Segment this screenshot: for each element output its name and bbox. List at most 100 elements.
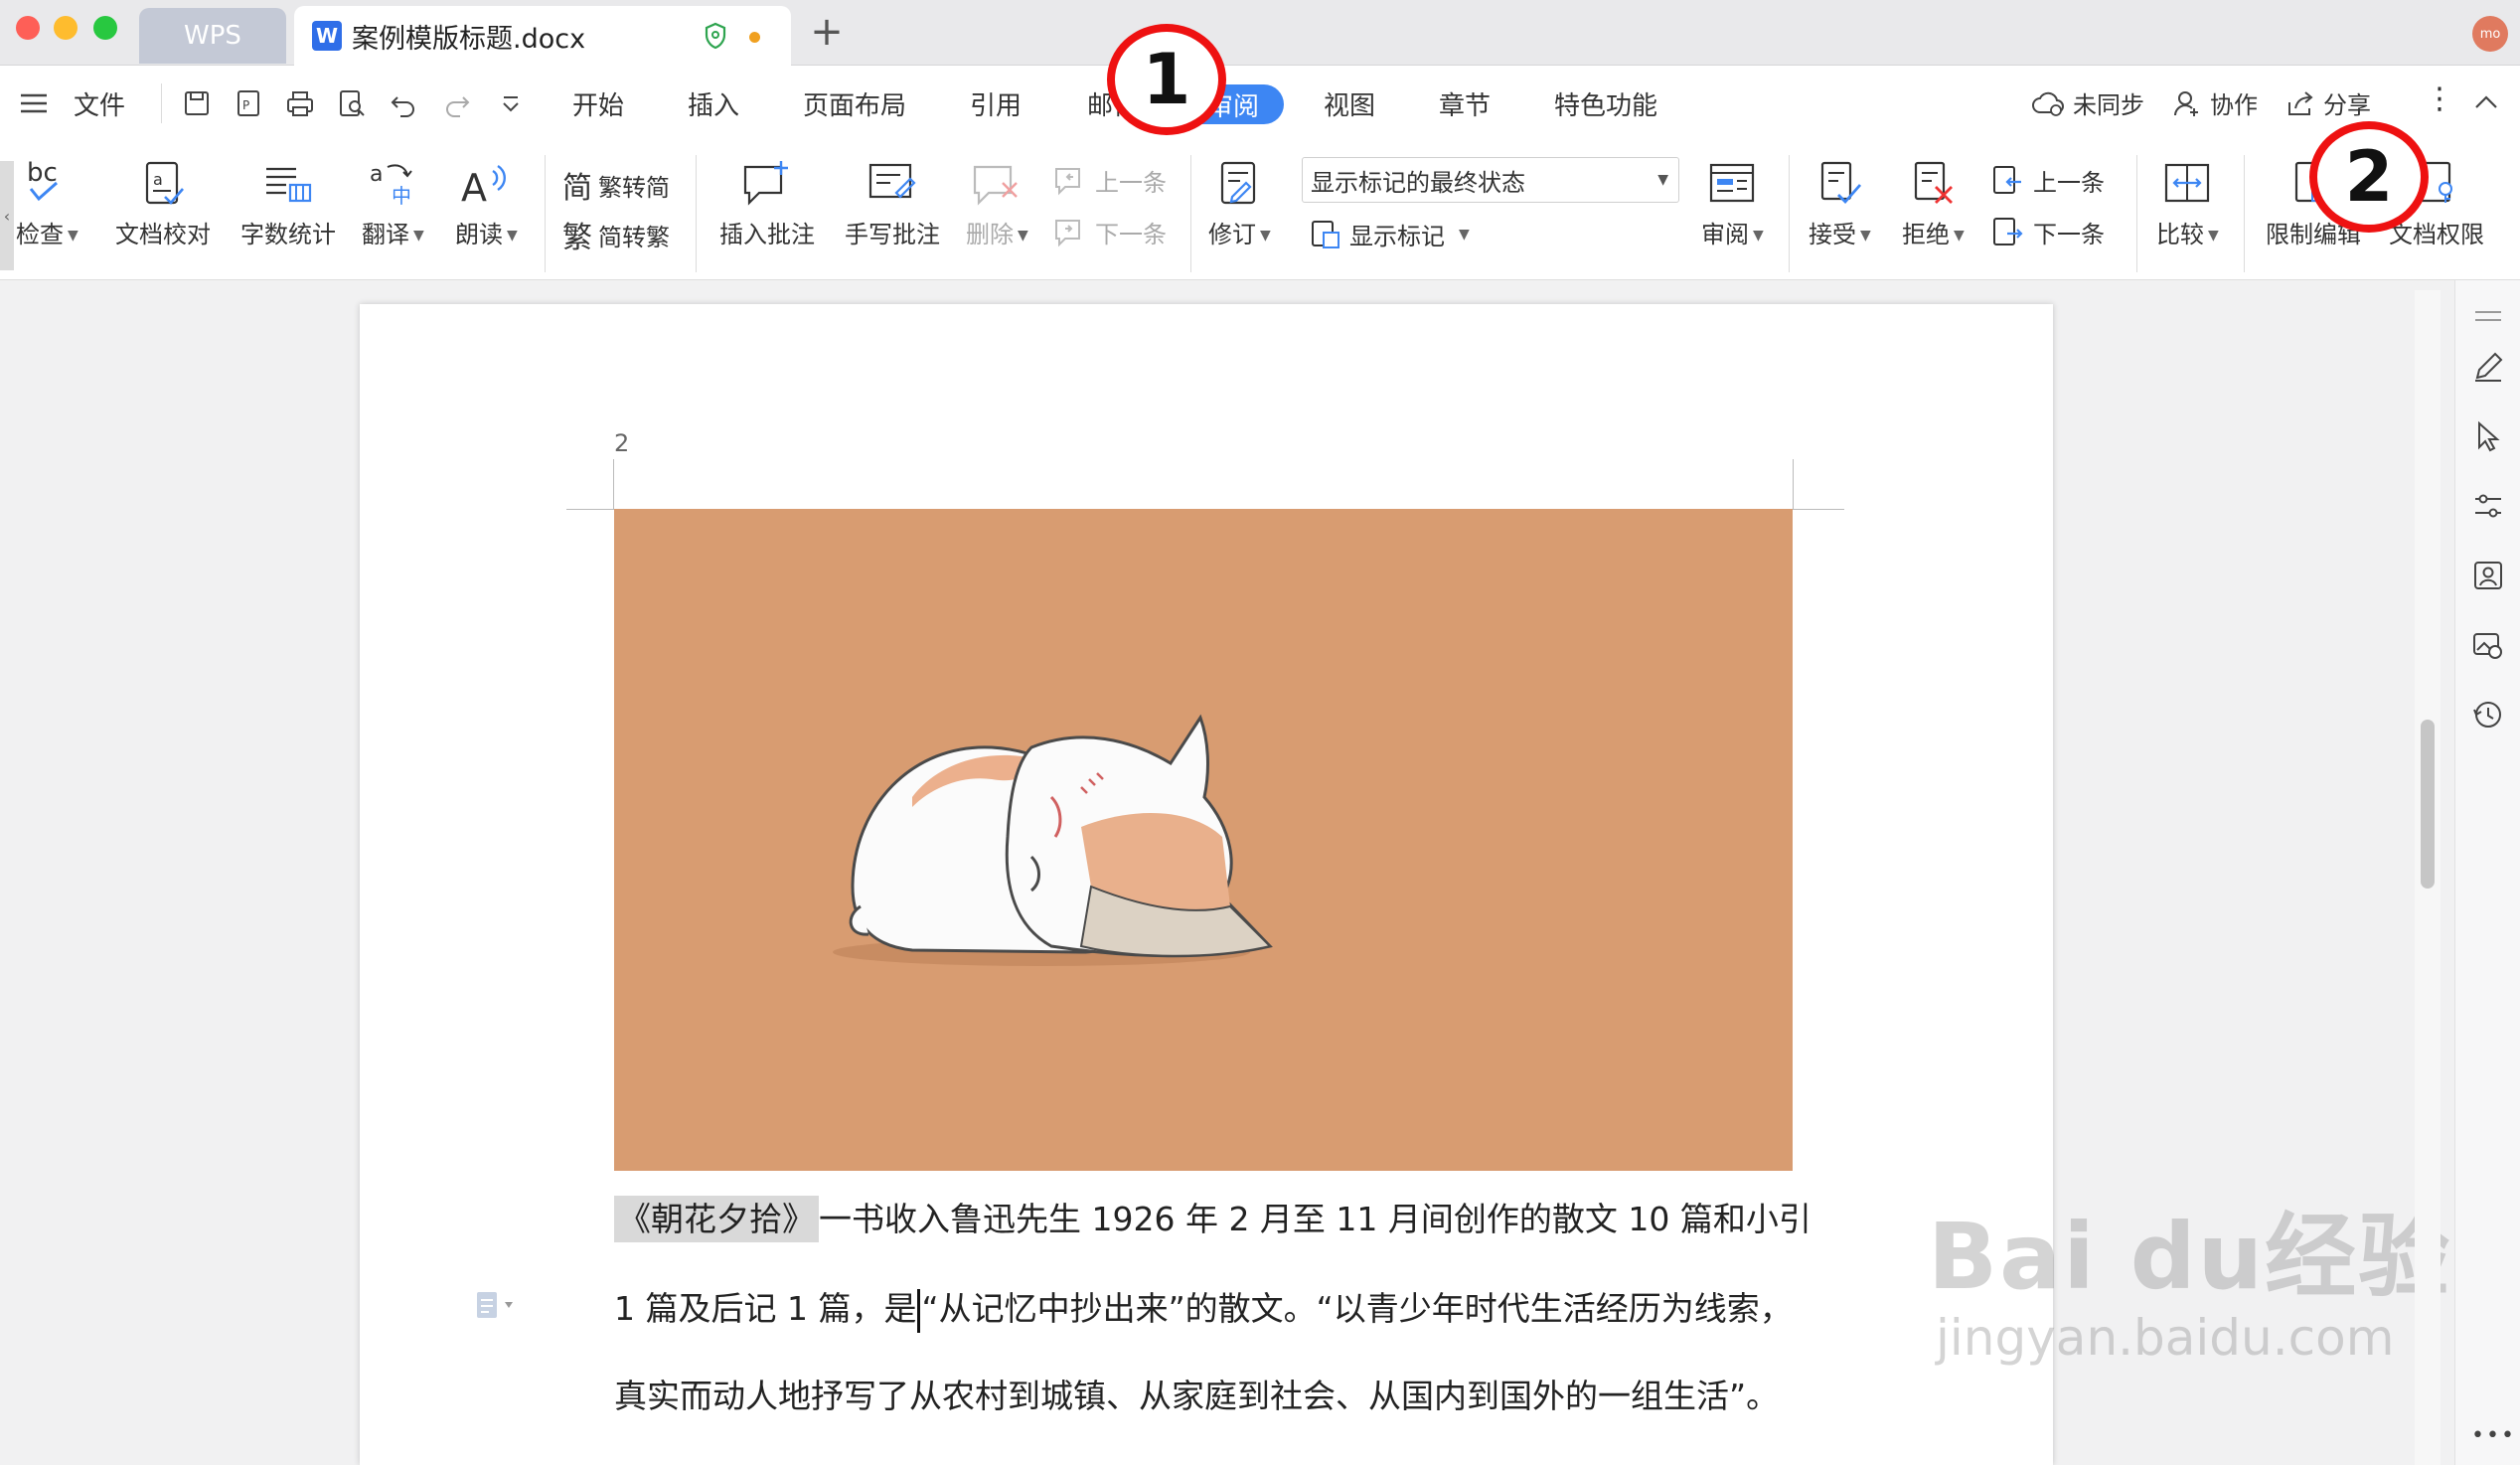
paragraph-line-1[interactable]: 《朝花夕拾》 一书收入鲁迅先生 1926 年 2 月至 11 月间创作的散文 10…: [614, 1193, 1811, 1242]
reject-change-button[interactable]: 拒绝 ▼: [1902, 159, 1965, 249]
maximize-window-button[interactable]: [93, 16, 117, 40]
paragraph-options-icon[interactable]: [475, 1288, 515, 1324]
menu-bar: 文件 P 开始 插入 页面布局 引用 邮件 审阅 视图 章节 特色功能 未同步 …: [0, 66, 2520, 141]
delete-comment-button[interactable]: 删除 ▼: [966, 159, 1028, 249]
vertical-scrollbar[interactable]: [2415, 290, 2441, 1465]
minimize-window-button[interactable]: [54, 16, 78, 40]
more-options-icon[interactable]: ⋮: [2425, 81, 2454, 116]
line-1-text: 一书收入鲁迅先生 1926 年 2 月至 11 月间创作的散文 10 篇和小引: [819, 1200, 1811, 1238]
annotation-marker-1-label: 1: [1142, 39, 1191, 120]
dropdown-arrow-icon: ▼: [1954, 228, 1965, 244]
proofread-button[interactable]: a 文档校对: [115, 159, 211, 249]
read-aloud-icon: A: [461, 164, 507, 209]
annotation-marker-1: 1: [1107, 24, 1226, 135]
word-count-button[interactable]: 字数统计: [240, 159, 336, 249]
close-window-button[interactable]: [16, 16, 40, 40]
scrollbar-thumb[interactable]: [2421, 720, 2435, 889]
paragraph-line-2[interactable]: 1 篇及后记 1 篇，是 “从记忆中抄出来”的散文。“以青少年时代生活经历为线索，: [614, 1282, 1793, 1333]
check-label: 检查: [16, 221, 64, 248]
prev-comment-label: 上一条: [1095, 169, 1167, 197]
next-change-label: 下一条: [2033, 221, 2105, 248]
svg-text:bc: bc: [27, 159, 58, 188]
line-3-text: 真实而动人地抒写了从农村到城镇、从家庭到社会、从国内到国外的一组生活”。: [614, 1377, 1780, 1415]
avatar-text: mo: [2479, 26, 2501, 42]
print-icon[interactable]: [284, 87, 316, 119]
collapse-ribbon-icon[interactable]: [2470, 87, 2502, 119]
show-markup-button[interactable]: 显示标记 ▼: [1310, 217, 1470, 251]
adjust-settings-icon[interactable]: [2471, 489, 2505, 523]
read-aloud-button[interactable]: A 朗读 ▼: [455, 159, 518, 249]
dropdown-arrow-icon: ▼: [507, 228, 518, 244]
line-2-text-after-cursor: “从记忆中抄出来”的散文。“以青少年时代生活经历为线索，: [921, 1289, 1793, 1328]
avatar[interactable]: mo: [2472, 16, 2508, 52]
share-button[interactable]: 分享: [2285, 85, 2371, 120]
redo-icon[interactable]: [441, 87, 473, 119]
customize-toolbar-icon[interactable]: [495, 87, 527, 119]
accept-change-button[interactable]: 接受 ▼: [1809, 159, 1871, 249]
file-menu[interactable]: 文件: [74, 85, 125, 122]
handwrite-comment-label: 手写批注: [845, 221, 940, 248]
next-comment-button[interactable]: 下一条: [1053, 215, 1167, 249]
export-pdf-icon[interactable]: P: [233, 87, 264, 119]
word-count-icon: [266, 167, 312, 203]
pen-icon[interactable]: [2471, 350, 2505, 384]
tab-view[interactable]: 视图: [1324, 85, 1375, 122]
svg-text:中: 中: [392, 184, 411, 208]
tab-page-layout[interactable]: 页面布局: [803, 85, 906, 122]
image-tools-icon[interactable]: [2471, 628, 2505, 662]
track-changes-button[interactable]: 修订 ▼: [1208, 159, 1271, 249]
compare-button[interactable]: 比较 ▼: [2156, 159, 2219, 249]
delete-comment-icon: [974, 165, 1019, 206]
trad-to-simp-button[interactable]: 简 繁转简: [562, 163, 670, 207]
trad-to-simp-icon: 简: [562, 171, 592, 206]
tab-reference[interactable]: 引用: [970, 85, 1022, 122]
tab-insert[interactable]: 插入: [688, 85, 739, 122]
insert-comment-button[interactable]: 插入批注: [719, 159, 815, 249]
next-change-button[interactable]: 下一条: [1991, 215, 2105, 249]
sync-status-button[interactable]: 未同步: [2031, 85, 2144, 120]
paragraph-line-3[interactable]: 真实而动人地抒写了从农村到城镇、从家庭到社会、从国内到国外的一组生活”。: [614, 1370, 1779, 1417]
select-pointer-icon[interactable]: [2471, 419, 2505, 453]
handwrite-comment-button[interactable]: 手写批注: [845, 159, 940, 249]
simp-to-trad-button[interactable]: 繁 简转繁: [562, 213, 670, 256]
next-comment-icon: [1055, 219, 1080, 246]
markup-display-value: 显示标记的最终状态: [1311, 168, 1525, 197]
prev-change-button[interactable]: 上一条: [1991, 163, 2105, 198]
undo-icon[interactable]: [388, 87, 419, 119]
next-comment-label: 下一条: [1095, 221, 1167, 248]
translate-button[interactable]: a中 翻译 ▼: [362, 159, 424, 249]
page-number: 2: [614, 429, 630, 457]
tab-wps-home[interactable]: WPS: [139, 8, 286, 64]
proofread-label: 文档校对: [115, 221, 211, 248]
check-button[interactable]: bc 检查 ▼: [16, 159, 79, 249]
handwrite-comment-icon: [868, 163, 916, 199]
print-preview-icon[interactable]: [336, 87, 368, 119]
collapse-panel-icon[interactable]: [2471, 300, 2505, 334]
margin-corner-mark: [1793, 459, 1794, 509]
tab-special-features[interactable]: 特色功能: [1554, 85, 1657, 122]
collaborate-button[interactable]: 协作: [2172, 85, 2258, 120]
document-image[interactable]: [614, 509, 1793, 1171]
new-tab-button[interactable]: +: [807, 12, 847, 52]
history-icon[interactable]: [2471, 698, 2505, 732]
more-tools-icon[interactable]: •••: [2471, 1423, 2516, 1448]
save-icon[interactable]: [181, 87, 213, 119]
chevron-down-icon: ▼: [1657, 172, 1668, 188]
trad-to-simp-label: 繁转简: [598, 173, 670, 202]
highlighted-book-title[interactable]: 《朝花夕拾》: [614, 1196, 819, 1242]
review-pane-button[interactable]: 审阅 ▼: [1701, 159, 1764, 249]
simp-to-trad-icon: 繁: [562, 221, 592, 255]
collaborate-icon: [2174, 90, 2198, 116]
hamburger-menu-icon[interactable]: [18, 87, 50, 119]
ribbon-scroll-left-icon[interactable]: ‹: [0, 161, 14, 270]
divider: [2244, 155, 2245, 272]
delete-comment-label: 删除: [966, 221, 1014, 248]
markup-display-select[interactable]: 显示标记的最终状态 ▼: [1302, 157, 1679, 203]
prev-comment-button[interactable]: 上一条: [1053, 163, 1167, 198]
tab-start[interactable]: 开始: [572, 85, 624, 122]
tab-chapter[interactable]: 章节: [1439, 85, 1491, 122]
compare-label: 比较: [2156, 221, 2204, 248]
tab-document[interactable]: W 案例模版标题.docx: [294, 6, 791, 66]
divider: [545, 155, 546, 272]
contact-card-icon[interactable]: [2471, 559, 2505, 592]
